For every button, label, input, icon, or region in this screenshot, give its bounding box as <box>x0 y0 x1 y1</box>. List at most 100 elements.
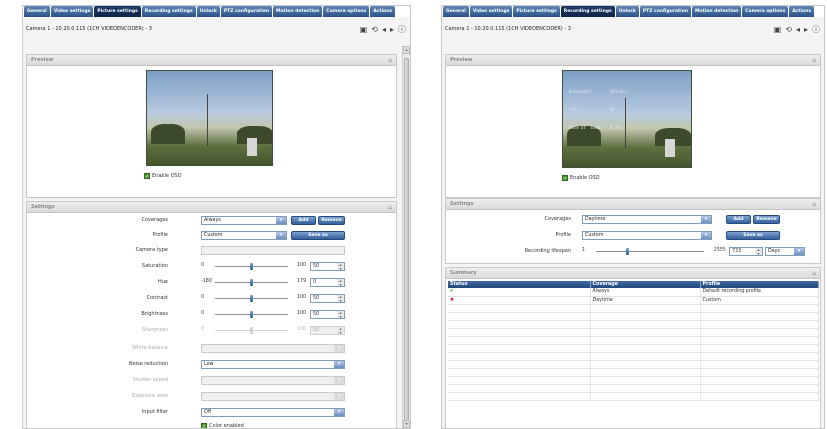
sharpness-label: Sharpness <box>141 327 168 333</box>
remove-coverage-button[interactable]: Remove <box>753 215 780 224</box>
tab-motion-detection[interactable]: Motion detection <box>692 6 742 17</box>
refresh-icon[interactable]: ⟲ <box>371 25 378 34</box>
column-header-coverage[interactable]: Coverage <box>590 281 701 288</box>
chevron-down-icon: ▾ <box>334 377 344 384</box>
profile-select[interactable]: Custom ▾ <box>582 231 712 240</box>
camera-title: Camera 1 - 10.20.0.115 (1CH VIDEOENCODER… <box>26 26 152 32</box>
save-icon[interactable]: ▣ <box>774 25 782 34</box>
slider-thumb[interactable] <box>250 311 253 318</box>
tab-camera-options[interactable]: Camera options <box>323 6 370 17</box>
contrast-input[interactable]: 50 ▴ ▾ <box>310 294 345 303</box>
collapse-icon[interactable]: ⌂ <box>388 204 392 211</box>
vertical-scrollbar[interactable]: ▴ ▾ <box>402 46 410 428</box>
tab-general[interactable]: General <box>24 6 50 17</box>
column-header-profile[interactable]: Profile <box>700 281 819 288</box>
tab-ptz-configuration[interactable]: PTZ configuration <box>639 6 692 17</box>
next-icon[interactable]: ▸ <box>390 25 394 34</box>
white-balance-select: ▾ <box>201 344 345 353</box>
tab-ptz-configuration[interactable]: PTZ configuration <box>220 6 273 17</box>
lifespan-unit-select[interactable]: Days ▾ <box>765 247 805 256</box>
table-row-empty <box>448 304 819 313</box>
column-header-status[interactable]: Status <box>448 281 591 288</box>
tab-unlock[interactable]: Unlock <box>196 6 220 17</box>
checkbox-checked-icon: ✓ <box>201 423 207 429</box>
spinner-arrows-icon[interactable]: ▴ ▾ <box>755 248 762 255</box>
table-row-empty <box>448 368 819 377</box>
spinner-arrows-icon[interactable]: ▴ ▾ <box>337 295 344 302</box>
settings-header[interactable]: Settings ⌂ <box>27 202 396 213</box>
tab-video-settings[interactable]: Video settings <box>50 6 94 17</box>
preview-header[interactable]: Preview ⌂ <box>27 55 396 66</box>
tab-general[interactable]: General <box>443 6 469 17</box>
tab-motion-detection[interactable]: Motion detection <box>273 6 323 17</box>
recording-lifespan-input[interactable]: 733 ▴ ▾ <box>729 247 763 256</box>
saturation-slider[interactable]: 0 100 <box>201 262 306 271</box>
previous-icon[interactable]: ◂ <box>382 25 386 34</box>
save-as-button[interactable]: Save as <box>726 231 780 240</box>
collapse-icon[interactable]: ⌂ <box>812 201 816 208</box>
collapse-icon[interactable]: ⌂ <box>812 270 816 277</box>
contrast-slider[interactable]: 0 100 <box>201 294 306 303</box>
next-icon[interactable]: ▸ <box>804 25 808 34</box>
slider-thumb[interactable] <box>250 279 253 286</box>
table-row-empty <box>448 312 819 321</box>
spinner-arrows-icon[interactable]: ▴ ▾ <box>337 263 344 270</box>
tab-recording-settings[interactable]: Recording settings <box>141 6 196 17</box>
tab-video-settings[interactable]: Video settings <box>469 6 513 17</box>
tab-unlock[interactable]: Unlock <box>615 6 639 17</box>
brightness-input[interactable]: 50 ▴ ▾ <box>310 310 345 319</box>
summary-header[interactable]: Summary ⌂ <box>446 268 820 279</box>
add-coverage-button[interactable]: Add <box>291 216 316 225</box>
brightness-slider[interactable]: 0 100 <box>201 310 306 319</box>
noise-reduction-label: Noise reduction <box>128 361 168 367</box>
settings-title: Settings <box>31 204 55 210</box>
color-enabled-checkbox[interactable]: ✓ Color enabled <box>201 423 244 429</box>
camera-preview-image: Bandwidth: 905kb/s FPS: 30 Rate at Codec… <box>562 70 692 168</box>
enable-osd-checkbox[interactable]: ✓ Enable OSD <box>144 173 182 180</box>
previous-icon[interactable]: ◂ <box>796 25 800 34</box>
spinner-arrows-icon[interactable]: ▴ ▾ <box>337 279 344 286</box>
slider-thumb[interactable] <box>250 295 253 302</box>
coverages-select[interactable]: Always ▾ <box>201 216 287 225</box>
tab-recording-settings[interactable]: Recording settings <box>560 6 615 17</box>
slider-thumb <box>250 327 253 334</box>
spinner-arrows-icon[interactable]: ▴ ▾ <box>337 311 344 318</box>
noise-reduction-select[interactable]: Low ▾ <box>201 360 345 369</box>
preview-header[interactable]: Preview ⌂ <box>446 55 820 66</box>
chevron-down-icon: ▾ <box>334 361 344 368</box>
tab-picture-settings[interactable]: Picture settings <box>513 6 560 17</box>
slider-thumb[interactable] <box>250 263 253 270</box>
help-icon[interactable]: ⓘ <box>398 24 406 35</box>
enable-osd-checkbox[interactable]: ✓ Enable OSD <box>562 175 600 182</box>
coverages-select[interactable]: Daytime ▾ <box>582 215 712 224</box>
settings-header[interactable]: Settings ⌂ <box>446 199 820 210</box>
refresh-icon[interactable]: ⟲ <box>785 25 792 34</box>
save-icon[interactable]: ▣ <box>360 25 368 34</box>
input-filter-select[interactable]: Off ▾ <box>201 408 345 417</box>
remove-coverage-button[interactable]: Remove <box>318 216 345 225</box>
hue-input[interactable]: 0 ▴ ▾ <box>310 278 345 287</box>
slider-max: 100 <box>296 327 306 332</box>
scroll-down-icon[interactable]: ▾ <box>403 420 410 428</box>
collapse-icon[interactable]: ⌂ <box>812 57 816 64</box>
slider-track[interactable] <box>596 251 704 252</box>
tab-camera-options[interactable]: Camera options <box>742 6 789 17</box>
scroll-up-icon[interactable]: ▴ <box>403 46 410 54</box>
save-as-button[interactable]: Save as <box>291 231 345 240</box>
tab-actions[interactable]: Actions <box>789 6 815 17</box>
slider-thumb[interactable] <box>625 248 629 255</box>
slider-max: 100 <box>296 295 306 300</box>
tab-actions[interactable]: Actions <box>370 6 396 17</box>
profile-select[interactable]: Custom ▾ <box>201 231 287 240</box>
recording-lifespan-slider[interactable]: 1 2555 <box>582 247 726 256</box>
tab-picture-settings[interactable]: Picture settings <box>94 6 141 17</box>
saturation-input[interactable]: 50 ▴ ▾ <box>310 262 345 271</box>
table-row[interactable]: ✖ Daytime Custom <box>448 296 819 305</box>
scrollbar-thumb[interactable] <box>404 58 409 428</box>
add-coverage-button[interactable]: Add <box>726 215 751 224</box>
table-row[interactable]: ✔ Always Default recording profile <box>448 288 819 297</box>
help-icon[interactable]: ⓘ <box>812 24 820 35</box>
table-row-empty <box>448 320 819 329</box>
hue-slider[interactable]: -180 179 <box>201 278 306 287</box>
collapse-icon[interactable]: ⌂ <box>388 57 392 64</box>
